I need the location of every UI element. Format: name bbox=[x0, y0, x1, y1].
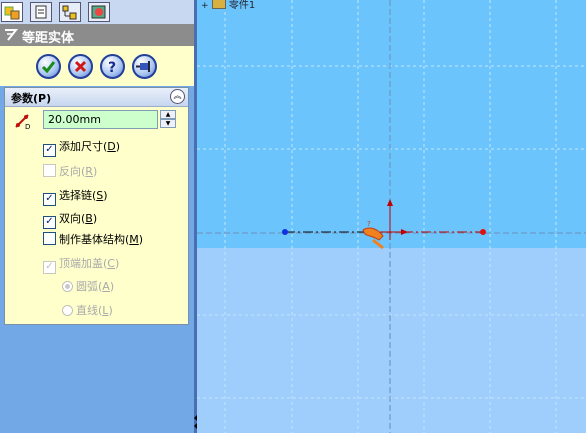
display-manager-tab[interactable] bbox=[88, 2, 110, 22]
panel-title: 等距实体 bbox=[22, 31, 75, 46]
part-icon bbox=[211, 0, 226, 9]
group-header[interactable]: 参数(P) ︽ bbox=[5, 88, 188, 107]
action-buttons: ? bbox=[0, 46, 194, 86]
offset-entities-icon bbox=[5, 29, 19, 41]
property-manager-panel: 等距实体 ? 参数(P) ︽ D 20.00mm ▲ ▼ ✓ 添加尺寸(D) 反向 bbox=[0, 0, 195, 433]
property-manager-tab[interactable] bbox=[30, 2, 52, 22]
option-reverse: 反向(R) bbox=[43, 163, 97, 179]
endpoint-right bbox=[480, 229, 486, 235]
endpoint-left bbox=[282, 229, 288, 235]
pin-button[interactable] bbox=[132, 54, 157, 79]
checkbox[interactable]: ✓ bbox=[43, 144, 56, 157]
checkbox[interactable] bbox=[43, 232, 56, 245]
configuration-icon bbox=[62, 5, 77, 20]
option-cap-ends: ✓ 顶端加盖(C) bbox=[43, 255, 119, 274]
checkmark-icon bbox=[41, 61, 56, 74]
offset-cursor-icon: ? bbox=[362, 220, 384, 250]
spin-down-button[interactable]: ▼ bbox=[160, 119, 176, 128]
close-icon bbox=[74, 60, 87, 73]
radio-button bbox=[62, 305, 73, 316]
expand-icon[interactable]: + bbox=[201, 1, 209, 11]
option-select-chain[interactable]: ✓ 选择链(S) bbox=[43, 187, 108, 206]
spin-up-button[interactable]: ▲ bbox=[160, 110, 176, 119]
panel-titlebar: 等距实体 bbox=[0, 24, 194, 46]
parameters-group: 参数(P) ︽ D 20.00mm ▲ ▼ ✓ 添加尺寸(D) 反向(R) ✓ 选择… bbox=[4, 87, 189, 325]
display-icon bbox=[91, 5, 106, 19]
origin-icon bbox=[382, 199, 408, 240]
feature-manager-tab[interactable] bbox=[1, 2, 23, 22]
option-bidirectional[interactable]: ✓ 双向(B) bbox=[43, 210, 97, 229]
property-icon bbox=[35, 5, 47, 19]
feature-tree-icon bbox=[4, 6, 20, 20]
graphics-area[interactable]: ? + 零件1 bbox=[197, 0, 586, 433]
svg-text:D: D bbox=[25, 123, 30, 130]
checkbox[interactable]: ✓ bbox=[43, 216, 56, 229]
svg-text:?: ? bbox=[367, 220, 371, 228]
option-make-construction[interactable]: 制作基体结构(M) bbox=[43, 231, 143, 247]
radio-arc: 圆弧(A) bbox=[62, 278, 114, 294]
checkbox bbox=[43, 164, 56, 177]
radio-button bbox=[62, 281, 73, 292]
pushpin-icon bbox=[136, 61, 150, 72]
manager-tabs bbox=[0, 0, 194, 25]
distance-icon: D bbox=[15, 114, 30, 130]
help-button[interactable]: ? bbox=[100, 54, 125, 79]
collapse-icon[interactable]: ︽ bbox=[170, 89, 185, 104]
tree-item-label: 零件1 bbox=[228, 0, 256, 11]
checkbox: ✓ bbox=[43, 261, 56, 274]
configuration-manager-tab[interactable] bbox=[59, 2, 81, 22]
offset-distance-input[interactable]: 20.00mm bbox=[43, 110, 158, 129]
svg-text:?: ? bbox=[108, 60, 116, 76]
radio-line: 直线(L) bbox=[62, 302, 113, 318]
cancel-button[interactable] bbox=[68, 54, 93, 79]
help-icon: ? bbox=[108, 60, 116, 76]
sketch-entities: ? bbox=[282, 199, 486, 250]
option-add-dimensions[interactable]: ✓ 添加尺寸(D) bbox=[43, 138, 120, 157]
ok-button[interactable] bbox=[36, 54, 61, 79]
tree-item-part[interactable]: + 零件1 bbox=[201, 0, 255, 11]
checkbox[interactable]: ✓ bbox=[43, 193, 56, 206]
group-title: 参数(P) bbox=[11, 92, 52, 105]
